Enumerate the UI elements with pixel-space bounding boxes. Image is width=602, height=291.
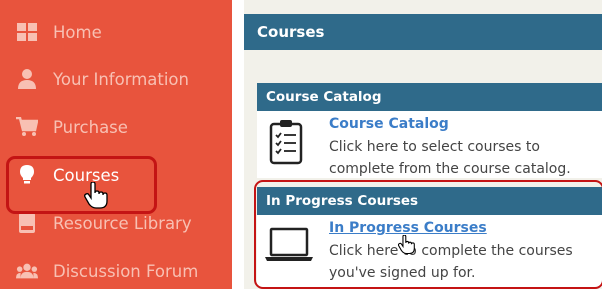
- hand-cursor-icon: [84, 181, 108, 214]
- sidebar-item-label: Discussion Forum: [53, 261, 199, 281]
- course-catalog-panel: Course Catalog Course Catalog Click here…: [257, 83, 602, 178]
- grid-icon: [16, 21, 38, 43]
- sidebar-item-purchase[interactable]: Purchase: [0, 107, 232, 147]
- page-title: Courses: [244, 14, 602, 50]
- sidebar-item-your-information[interactable]: Your Information: [0, 59, 232, 99]
- user-icon: [16, 68, 38, 90]
- course-catalog-link[interactable]: Course Catalog: [329, 116, 449, 132]
- sidebar-item-label: Purchase: [53, 117, 128, 137]
- sidebar-item-discussion-forum[interactable]: Discussion Forum: [0, 251, 232, 291]
- course-catalog-header: Course Catalog: [257, 83, 602, 111]
- sidebar-item-label: Resource Library: [53, 213, 192, 233]
- hand-cursor-icon: [397, 234, 415, 259]
- sidebar-item-label: Home: [53, 22, 102, 42]
- course-catalog-description: Click here to select courses to complete…: [329, 139, 571, 177]
- sidebar-item-label: Your Information: [53, 69, 189, 89]
- book-icon: [16, 212, 38, 234]
- sidebar: Home Your Information Purchase Courses R…: [0, 0, 232, 289]
- courses-highlight-outline: [6, 156, 157, 214]
- cart-icon: [16, 116, 38, 138]
- users-icon: [16, 260, 38, 282]
- clipboard-checklist-icon: [269, 119, 303, 169]
- in-progress-highlight-outline: [254, 180, 602, 289]
- sidebar-item-home[interactable]: Home: [0, 12, 232, 52]
